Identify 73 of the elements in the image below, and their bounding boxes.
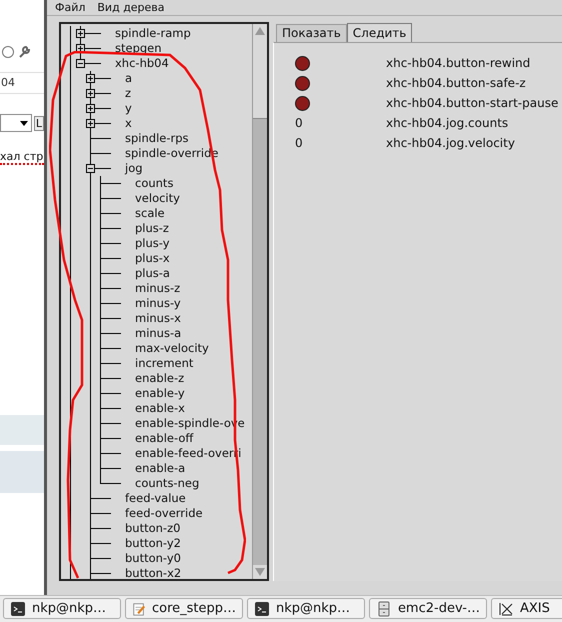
- list-row-background: [0, 415, 44, 445]
- tree-item[interactable]: jog: [125, 161, 145, 176]
- file-cabinet-icon: [376, 600, 392, 616]
- wrench-icon[interactable]: [17, 45, 31, 59]
- taskbar-button[interactable]: emc2-dev-…: [369, 598, 487, 619]
- misspelled-text: хал стр: [0, 150, 44, 165]
- tree-item[interactable]: plus-y: [135, 236, 172, 251]
- tree-item[interactable]: max-velocity: [135, 341, 211, 356]
- small-button[interactable]: L: [34, 116, 44, 130]
- tree-item[interactable]: minus-a: [135, 326, 184, 341]
- tree-item[interactable]: plus-z: [135, 221, 171, 236]
- tree-item[interactable]: a: [125, 71, 134, 86]
- value-text: 0: [295, 136, 303, 150]
- signal-name: xhc-hb04.button-safe-z: [386, 76, 526, 90]
- tree-item[interactable]: z: [125, 86, 134, 101]
- tree-item[interactable]: button-x2: [125, 566, 184, 579]
- tree-item[interactable]: counts-neg: [135, 476, 202, 491]
- tree-item[interactable]: xhc-hb04: [115, 56, 171, 71]
- expand-icon[interactable]: [86, 119, 95, 128]
- expand-icon[interactable]: [86, 74, 95, 83]
- signal-name: xhc-hb04.jog.velocity: [386, 136, 515, 150]
- tab[interactable]: Показать: [276, 24, 347, 42]
- signal-name: xhc-hb04.button-rewind: [386, 56, 530, 70]
- tree-item[interactable]: scale: [135, 206, 167, 221]
- taskbar-button[interactable]: nkp@nkp…: [247, 598, 365, 619]
- taskbar-button[interactable]: AXIS: [491, 598, 562, 619]
- tree-item[interactable]: feed-override: [125, 506, 205, 521]
- tree-item[interactable]: minus-x: [135, 311, 183, 326]
- scrollbar[interactable]: [252, 24, 267, 579]
- menu-item[interactable]: Файл: [55, 0, 86, 15]
- tree-item[interactable]: spindle-ramp: [115, 26, 193, 41]
- collapse-icon[interactable]: [76, 59, 85, 68]
- tree-item[interactable]: enable-a: [135, 461, 188, 476]
- tree-item[interactable]: button-y2: [125, 536, 184, 551]
- tree-item[interactable]: enable-z: [135, 371, 186, 386]
- terminal-icon: [10, 600, 26, 616]
- tree-item[interactable]: plus-x: [135, 251, 172, 266]
- tree-item[interactable]: enable-x: [135, 401, 187, 416]
- notepad-pencil-icon: [132, 600, 146, 616]
- tree-item[interactable]: spindle-rps: [125, 131, 191, 146]
- value-text: 0: [295, 116, 303, 130]
- tree-item[interactable]: counts: [135, 176, 176, 191]
- terminal-icon: [254, 600, 270, 616]
- tree-item[interactable]: feed-value: [125, 491, 188, 506]
- tree-item[interactable]: stepgen: [115, 41, 164, 56]
- tree-item[interactable]: minus-z: [135, 281, 182, 296]
- expand-icon[interactable]: [86, 104, 95, 113]
- list-row-background: [0, 451, 44, 493]
- radio-icon[interactable]: [2, 46, 14, 58]
- tree-item[interactable]: button-z0: [125, 521, 182, 536]
- tree-item[interactable]: enable-off: [135, 431, 196, 446]
- tree-item[interactable]: velocity: [135, 191, 182, 206]
- scroll-thumb[interactable]: [253, 38, 267, 119]
- tree-item[interactable]: plus-a: [135, 266, 172, 281]
- tree-item[interactable]: button-y0: [125, 551, 184, 566]
- collapse-icon[interactable]: [86, 164, 95, 173]
- tree-item[interactable]: y: [125, 101, 134, 116]
- taskbar-button[interactable]: core_stepp…: [125, 598, 243, 619]
- text-field[interactable]: 04: [0, 72, 44, 94]
- signal-name: xhc-hb04.button-start-pause: [386, 96, 558, 110]
- tree-item[interactable]: increment: [135, 356, 196, 371]
- tree-item[interactable]: minus-y: [135, 296, 183, 311]
- tab[interactable]: Следить: [346, 23, 412, 42]
- dropdown[interactable]: [0, 114, 32, 132]
- dropdown-arrow-icon: [20, 120, 28, 126]
- tree-item[interactable]: enable-y: [135, 386, 187, 401]
- menu-item[interactable]: Вид дерева: [97, 0, 165, 15]
- signal-name: xhc-hb04.jog.counts: [386, 116, 508, 130]
- axis-logo-icon: [498, 600, 514, 616]
- expand-icon[interactable]: [76, 29, 85, 38]
- taskbar-button[interactable]: nkp@nkp…: [3, 598, 121, 619]
- tree-item[interactable]: x: [125, 116, 134, 131]
- expand-icon[interactable]: [86, 89, 95, 98]
